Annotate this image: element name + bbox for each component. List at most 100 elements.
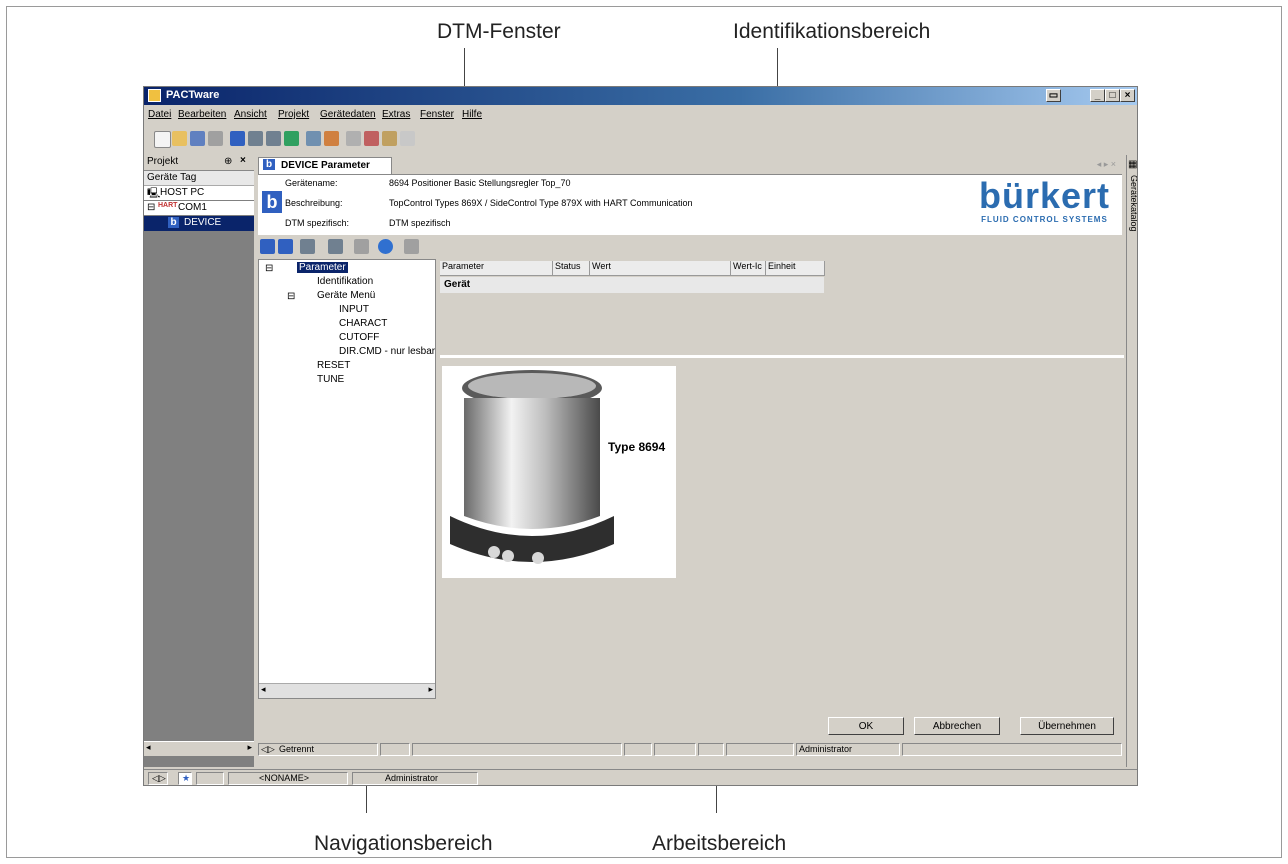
col-header-parameter[interactable]: Parameter (440, 261, 553, 276)
menu-geraetedaten[interactable]: Gerätedaten (320, 109, 376, 120)
parameter-grid: Parameter Status Wert Wert-Ic Einheit Ge… (440, 259, 1124, 351)
col-label: Status (555, 261, 581, 271)
cancel-button[interactable]: Abbrechen (914, 717, 1000, 735)
menu-fenster[interactable]: Fenster (420, 109, 454, 120)
help-icon[interactable] (378, 239, 393, 254)
nav-item-input[interactable]: INPUT (339, 304, 369, 315)
status-cell (624, 743, 652, 756)
collapse-icon[interactable]: ⊟ (147, 202, 155, 213)
col-header-wert-ic[interactable]: Wert-Ic (731, 261, 766, 276)
upload-icon[interactable] (306, 131, 321, 146)
catalog-label: Gerätekatalog (1129, 175, 1138, 232)
device-b-icon: b (263, 159, 275, 170)
project-pane-title: Projekt (147, 156, 179, 167)
menu-extras[interactable]: Extras (382, 109, 410, 120)
nav-item-cutoff[interactable]: CUTOFF (339, 332, 379, 343)
app-user-cell: Administrator (352, 772, 478, 785)
print-dtm-icon[interactable] (404, 239, 419, 254)
connection-status: ◁▷ Getrennt (258, 743, 378, 756)
nav-item-charact[interactable]: CHARACT (339, 318, 387, 329)
tab-nav-icon[interactable]: ◂ ▸ × (1097, 159, 1116, 170)
nav-item-tune[interactable]: TUNE (317, 374, 344, 385)
status-cell (654, 743, 696, 756)
nav-item-reset[interactable]: RESET (317, 360, 350, 371)
collapse-icon[interactable]: ⊟ (287, 291, 295, 302)
callout-dtm-fenster: DTM-Fenster (437, 20, 561, 43)
connection-icon[interactable]: ◁▷ (148, 772, 168, 785)
status-cell (380, 743, 410, 756)
download-icon[interactable] (324, 131, 339, 146)
nav-item-parameter[interactable]: Parameter (297, 262, 348, 273)
menu-hilfe[interactable]: Hilfe (462, 109, 482, 120)
menu-bar: Datei Bearbeiten Ansicht Projekt Geräted… (144, 106, 1137, 124)
col-header-status[interactable]: Status (553, 261, 590, 276)
pactware-window: PACTware ▭ _ □ × Datei Bearbeiten Ansich… (143, 86, 1138, 786)
main-toolbar (144, 125, 1137, 153)
tree-item-device[interactable]: b DEVICE (144, 216, 254, 231)
scroll-right-icon[interactable]: ▸ (247, 742, 252, 753)
save-icon[interactable] (190, 131, 205, 146)
status-cell (726, 743, 794, 756)
scroll-left-icon[interactable]: ◂ (146, 742, 151, 753)
apply-button[interactable]: Übernehmen (1020, 717, 1114, 735)
col-header-einheit[interactable]: Einheit (766, 261, 825, 276)
project-pane-scrollbar[interactable]: ◂ ▸ (144, 741, 254, 756)
description-value: TopControl Types 869X / SideControl Type… (389, 198, 693, 208)
collapse-icon[interactable]: ⊟ (265, 263, 273, 274)
minimize-button[interactable]: _ (1090, 89, 1105, 102)
connect-icon[interactable] (248, 131, 263, 146)
refresh-icon[interactable] (354, 239, 369, 254)
online-icon[interactable] (284, 131, 299, 146)
menu-datei[interactable]: Datei (148, 109, 171, 120)
callout-arbeitsbereich: Arbeitsbereich (652, 832, 787, 855)
tab-device-parameter[interactable]: b DEVICE Parameter (258, 157, 392, 174)
dtm-window: b DEVICE Parameter ◂ ▸ × b Gerätename: 8… (256, 155, 1124, 767)
window-icon[interactable] (230, 131, 245, 146)
close-button[interactable]: × (1120, 89, 1135, 102)
ok-button[interactable]: OK (828, 717, 904, 735)
tree-item-label: DEVICE (184, 217, 222, 228)
col-label: Parameter (442, 261, 485, 271)
nav-item-dir-cmd[interactable]: DIR.CMD - nur lesbar (339, 346, 435, 357)
maximize-button[interactable]: □ (1105, 89, 1120, 102)
device-name-value: 8694 Positioner Basic Stellungsregler To… (389, 178, 571, 188)
tree-item-com1[interactable]: ⊟ HART COM1 (144, 201, 254, 215)
close-pane-icon[interactable]: × (240, 155, 246, 166)
open-folder-icon[interactable] (172, 131, 187, 146)
nav-scrollbar[interactable]: ◂ ▸ (259, 683, 435, 698)
nav-item-identifikation[interactable]: Identifikation (317, 276, 373, 287)
menu-ansicht[interactable]: Ansicht (234, 109, 267, 120)
col-header-wert[interactable]: Wert (590, 261, 731, 276)
device-catalog-tab[interactable]: ▦ Gerätekatalog (1126, 155, 1138, 767)
dtm-status-bar: ◁▷ Getrennt Administrator (256, 741, 1124, 757)
table-row[interactable]: Gerät (440, 277, 824, 293)
disconnect-icon[interactable] (266, 131, 281, 146)
star-icon[interactable]: ★ (178, 772, 192, 785)
window-title: PACTware (166, 89, 220, 101)
settings-icon[interactable] (382, 131, 397, 146)
scroll-left-icon[interactable]: ◂ (261, 684, 266, 695)
catalog-icon: ▦ (1128, 159, 1138, 170)
upload-device-icon[interactable] (300, 239, 315, 254)
title-bar: PACTware ▭ _ □ × (144, 87, 1137, 105)
dtm-specific-value: DTM spezifisch (389, 218, 451, 228)
new-file-icon[interactable] (154, 131, 171, 148)
tools-icon[interactable] (400, 131, 415, 146)
view-alt-icon[interactable] (278, 239, 293, 254)
menu-projekt[interactable]: Projekt (278, 109, 309, 120)
device-icon[interactable] (346, 131, 361, 146)
callout-navigationsbereich: Navigationsbereich (314, 832, 493, 855)
download-device-icon[interactable] (328, 239, 343, 254)
user-label: Administrator (799, 744, 853, 754)
menu-bearbeiten[interactable]: Bearbeiten (178, 109, 226, 120)
callout-identifikationsbereich: Identifikationsbereich (733, 20, 931, 43)
pin-icon[interactable]: ⊕ (224, 156, 232, 167)
tree-item-host-pc[interactable]: 🖳 HOST PC (144, 186, 254, 200)
print-icon-toolbar[interactable] (208, 131, 223, 146)
scroll-right-icon[interactable]: ▸ (428, 684, 433, 695)
status-cell (412, 743, 622, 756)
view-icon[interactable] (260, 239, 275, 254)
device-add-icon[interactable] (364, 131, 379, 146)
nav-item-geraete-menue[interactable]: Geräte Menü (317, 290, 375, 301)
print-icon[interactable]: ▭ (1046, 89, 1061, 102)
